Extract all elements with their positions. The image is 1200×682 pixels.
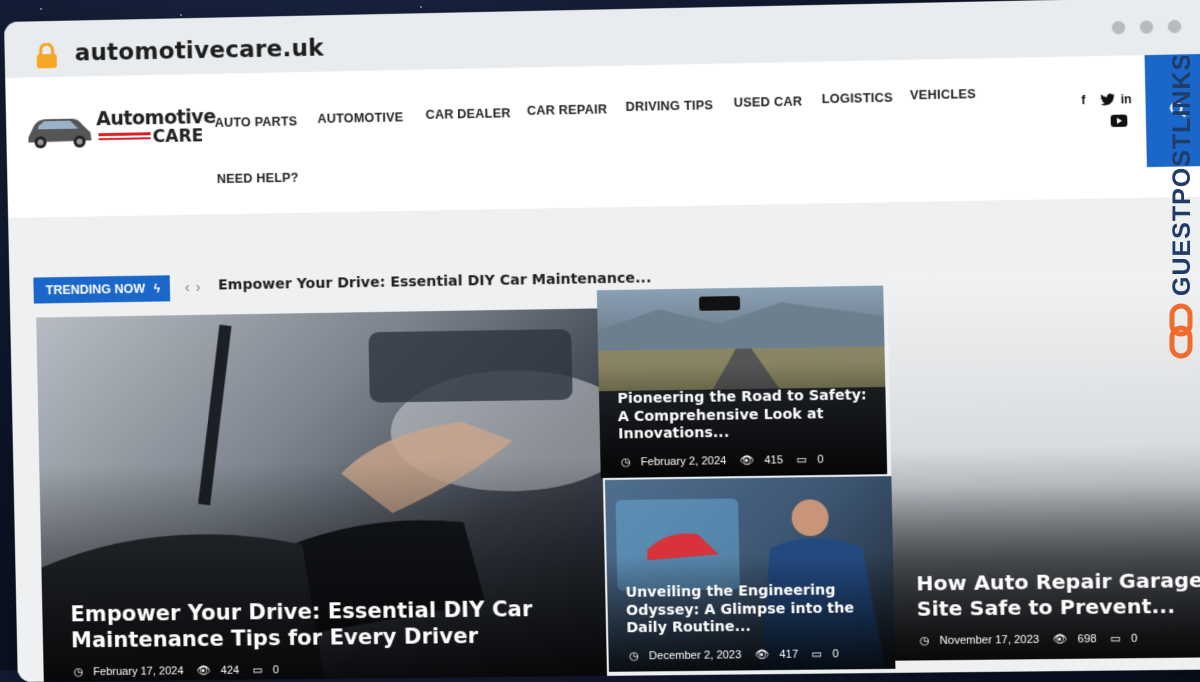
nav-vehicles[interactable]: VEHICLES bbox=[910, 87, 976, 102]
post-views: 415 bbox=[764, 454, 784, 467]
lock-icon bbox=[36, 42, 57, 69]
comment-icon: ▭ bbox=[796, 453, 808, 467]
browser-window: automotivecare.uk Automotive CARE AUTO P bbox=[4, 0, 1200, 682]
nav-car-repair[interactable]: CAR REPAIR bbox=[527, 102, 608, 118]
logo-stripe bbox=[98, 132, 151, 137]
window-dot-3[interactable] bbox=[1167, 19, 1182, 34]
chevron-right-icon[interactable]: › bbox=[196, 279, 207, 295]
window-controls bbox=[1111, 19, 1182, 35]
facebook-icon[interactable]: f bbox=[1081, 93, 1085, 107]
featured-post-card[interactable]: Empower Your Drive: Essential DIY Car Ma… bbox=[36, 308, 608, 682]
window-dot-1[interactable] bbox=[1111, 20, 1126, 35]
trending-now-badge: TRENDING NOW ϟ bbox=[33, 275, 171, 304]
eye-icon: 👁 bbox=[1052, 633, 1068, 646]
post-meta: ◷ February 17, 2024 👁 424 ▭ 0 bbox=[74, 663, 290, 678]
clock-icon: ◷ bbox=[73, 666, 84, 679]
lightning-icon: ϟ bbox=[153, 281, 161, 296]
linkedin-icon[interactable]: in bbox=[1120, 92, 1131, 106]
post-date: December 2, 2023 bbox=[648, 649, 742, 663]
eye-icon: 👁 bbox=[739, 454, 755, 468]
site-logo[interactable]: Automotive CARE bbox=[24, 104, 216, 156]
post-title[interactable]: Empower Your Drive: Essential DIY Car Ma… bbox=[70, 595, 576, 653]
post-views: 417 bbox=[779, 648, 799, 661]
car-logo-icon bbox=[28, 118, 92, 149]
post-comments: 0 bbox=[1131, 632, 1138, 645]
nav-driving-tips[interactable]: DRIVING TIPS bbox=[625, 98, 713, 114]
post-meta: ◷ December 2, 2023 👁 417 ▭ 0 bbox=[628, 647, 849, 663]
post-views: 424 bbox=[220, 664, 240, 677]
post-card-2[interactable]: Pioneering the Road to Safety: A Compreh… bbox=[596, 285, 888, 479]
site-header: Automotive CARE AUTO PARTS AUTOMOTIVE CA… bbox=[5, 53, 1200, 219]
nav-auto-parts[interactable]: AUTO PARTS bbox=[215, 114, 298, 130]
post-date: November 17, 2023 bbox=[939, 633, 1040, 648]
window-dot-2[interactable] bbox=[1139, 20, 1154, 34]
eye-icon: 👁 bbox=[196, 664, 211, 678]
eye-icon: 👁 bbox=[754, 648, 770, 662]
post-card-3[interactable]: Unveiling the Engineering Odyssey: A Gli… bbox=[604, 476, 896, 672]
post-title[interactable]: Pioneering the Road to Safety: A Compreh… bbox=[617, 387, 874, 444]
chevron-left-icon[interactable]: ‹ bbox=[185, 279, 196, 295]
clock-icon: ◷ bbox=[628, 650, 639, 663]
nav-need-help[interactable]: NEED HELP? bbox=[217, 171, 299, 187]
clock-icon: ◷ bbox=[919, 634, 930, 648]
twitter-icon[interactable] bbox=[1100, 93, 1115, 106]
chain-link-icon bbox=[1169, 303, 1193, 359]
comment-icon: ▭ bbox=[1109, 632, 1121, 646]
post-card-4[interactable]: How Auto Repair Garages C Site Safe to P… bbox=[887, 269, 1200, 661]
nav-automotive[interactable]: AUTOMOTIVE bbox=[317, 110, 403, 126]
logo-stripe-2 bbox=[98, 137, 151, 141]
comment-icon: ▭ bbox=[811, 648, 823, 661]
clock-icon: ◷ bbox=[620, 456, 631, 469]
post-title[interactable]: Unveiling the Engineering Odyssey: A Gli… bbox=[625, 582, 882, 638]
guestpostlinks-watermark: GUESTPOSTLINKS bbox=[1160, 53, 1200, 366]
nav-car-dealer[interactable]: CAR DEALER bbox=[425, 106, 510, 122]
ticker-arrows: ‹› bbox=[185, 279, 207, 295]
trending-label: TRENDING NOW bbox=[45, 281, 146, 298]
svg-text:GUESTPOSTLINKS: GUESTPOSTLINKS bbox=[1168, 56, 1196, 296]
post-comments: 0 bbox=[832, 648, 839, 661]
post-comments: 0 bbox=[272, 664, 280, 677]
nav-used-car[interactable]: USED CAR bbox=[734, 94, 803, 109]
post-date: February 2, 2024 bbox=[640, 455, 727, 469]
post-views: 698 bbox=[1077, 633, 1097, 646]
youtube-icon[interactable] bbox=[1110, 114, 1128, 128]
social-links: f in bbox=[1073, 92, 1145, 128]
website: Automotive CARE AUTO PARTS AUTOMOTIVE CA… bbox=[5, 53, 1200, 682]
nav-logistics[interactable]: LOGISTICS bbox=[822, 91, 893, 107]
comment-icon: ▭ bbox=[252, 664, 263, 677]
post-meta: ◷ November 17, 2023 👁 698 ▭ 0 bbox=[919, 632, 1148, 648]
post-title[interactable]: How Auto Repair Garages C Site Safe to P… bbox=[916, 567, 1200, 622]
post-comments: 0 bbox=[817, 453, 824, 466]
logo-text-line2: CARE bbox=[152, 126, 204, 148]
address-bar[interactable]: automotivecare.uk bbox=[74, 35, 324, 66]
post-date: February 17, 2024 bbox=[93, 665, 184, 679]
